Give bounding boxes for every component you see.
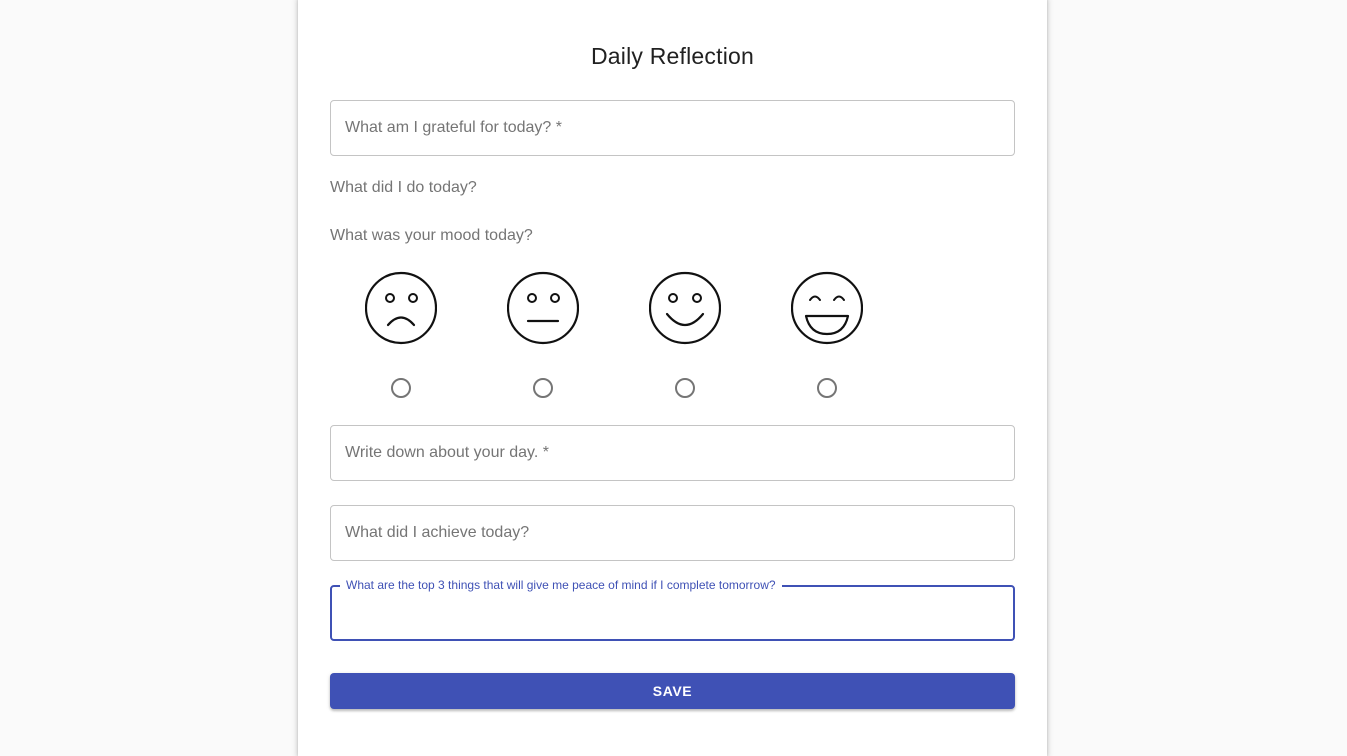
smile-face-icon — [649, 271, 721, 345]
did-today-label: What did I do today? — [330, 179, 477, 196]
mood-radio-sad[interactable] — [391, 378, 411, 398]
save-button[interactable]: SAVE — [330, 673, 1015, 709]
mood-radio-neutral[interactable] — [533, 378, 553, 398]
mood-label: What was your mood today? — [330, 227, 533, 244]
grateful-placeholder: What am I grateful for today? * — [345, 119, 562, 136]
page-title: Daily Reflection — [591, 43, 754, 69]
mood-radio-laughing[interactable] — [817, 378, 837, 398]
day-placeholder: Write down about your day. * — [345, 444, 549, 461]
grateful-field[interactable]: What am I grateful for today? * — [330, 100, 1015, 156]
reflection-card: Daily Reflection What am I grateful for … — [298, 0, 1047, 756]
achieve-field[interactable]: What did I achieve today? — [330, 505, 1015, 561]
laughing-face-icon — [791, 271, 863, 345]
mood-radio-smile[interactable] — [675, 378, 695, 398]
day-field[interactable]: Write down about your day. * — [330, 425, 1015, 481]
sad-face-icon — [365, 271, 437, 345]
top3-label: What are the top 3 things that will give… — [340, 578, 782, 592]
achieve-placeholder: What did I achieve today? — [345, 524, 530, 541]
neutral-face-icon — [507, 271, 579, 345]
top3-field[interactable]: What are the top 3 things that will give… — [330, 578, 1015, 641]
